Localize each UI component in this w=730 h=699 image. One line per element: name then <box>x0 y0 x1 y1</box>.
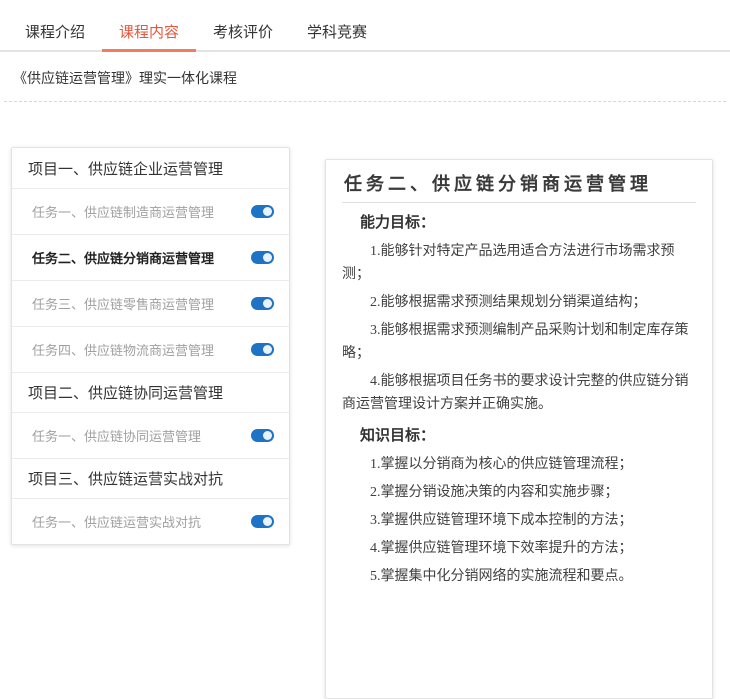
project-header-2: 项目二、供应链协同运营管理 <box>12 372 289 412</box>
ability-goal-item: 3.能够根据需求预测编制产品采购计划和制定库存策略； <box>342 319 696 365</box>
toggle-switch[interactable] <box>251 297 274 310</box>
task-label: 任务一、供应链运营实战对抗 <box>32 512 201 531</box>
task-label: 任务四、供应链物流商运营管理 <box>32 340 214 359</box>
ability-goal-item: 1.能够针对特定产品选用适合方法进行市场需求预测； <box>342 240 696 286</box>
toggle-knob <box>263 345 272 354</box>
task-item-1-3[interactable]: 任务三、供应链零售商运营管理 <box>12 280 289 326</box>
project-header-3: 项目三、供应链运营实战对抗 <box>12 458 289 498</box>
knowledge-goal-item: 3.掌握供应链管理环境下成本控制的方法； <box>342 509 696 532</box>
dashed-divider <box>4 101 726 102</box>
course-breadcrumb: 《供应链运营管理》理实一体化课程 <box>13 68 730 88</box>
toggle-switch[interactable] <box>251 343 274 356</box>
task-item-2-1[interactable]: 任务一、供应链协同运营管理 <box>12 412 289 458</box>
knowledge-goal-item: 5.掌握集中化分销网络的实施流程和要点。 <box>342 565 696 588</box>
task-title: 任务二、供应链分销商运营管理 <box>342 171 696 203</box>
tab-assessment[interactable]: 考核评价 <box>196 25 290 50</box>
knowledge-goals-heading: 知识目标： <box>360 425 696 448</box>
task-label: 任务一、供应链协同运营管理 <box>32 426 201 445</box>
task-label: 任务一、供应链制造商运营管理 <box>32 202 214 221</box>
toggle-switch[interactable] <box>251 251 274 264</box>
toggle-knob <box>263 253 272 262</box>
toggle-knob <box>263 431 272 440</box>
task-item-1-4[interactable]: 任务四、供应链物流商运营管理 <box>12 326 289 372</box>
tab-bar: 课程介绍 课程内容 考核评价 学科竞赛 <box>0 0 730 52</box>
project-header-1: 项目一、供应链企业运营管理 <box>12 148 289 188</box>
task-item-3-1[interactable]: 任务一、供应链运营实战对抗 <box>12 498 289 544</box>
knowledge-goal-item: 2.掌握分销设施决策的内容和实施步骤； <box>342 481 696 504</box>
tab-competition[interactable]: 学科竞赛 <box>290 25 384 50</box>
ability-goal-item: 4.能够根据项目任务书的要求设计完整的供应链分销商运营管理设计方案并正确实施。 <box>342 370 696 416</box>
tab-course-content[interactable]: 课程内容 <box>102 25 196 52</box>
toggle-switch[interactable] <box>251 515 274 528</box>
task-detail-panel: 任务二、供应链分销商运营管理 能力目标： 1.能够针对特定产品选用适合方法进行市… <box>325 159 713 699</box>
toggle-knob <box>263 517 272 526</box>
toggle-switch[interactable] <box>251 205 274 218</box>
task-item-1-2[interactable]: 任务二、供应链分销商运营管理 <box>12 234 289 280</box>
ability-goals-heading: 能力目标： <box>360 212 696 235</box>
toggle-switch[interactable] <box>251 429 274 442</box>
toggle-knob <box>263 207 272 216</box>
task-item-1-1[interactable]: 任务一、供应链制造商运营管理 <box>12 188 289 234</box>
task-label: 任务三、供应链零售商运营管理 <box>32 294 214 313</box>
task-label: 任务二、供应链分销商运营管理 <box>32 248 214 267</box>
knowledge-goal-item: 4.掌握供应链管理环境下效率提升的方法； <box>342 537 696 560</box>
toggle-knob <box>263 299 272 308</box>
knowledge-goal-item: 1.掌握以分销商为核心的供应链管理流程； <box>342 453 696 476</box>
course-outline-panel: 项目一、供应链企业运营管理 任务一、供应链制造商运营管理 任务二、供应链分销商运… <box>11 147 290 545</box>
tab-course-intro[interactable]: 课程介绍 <box>8 25 102 50</box>
ability-goal-item: 2.能够根据需求预测结果规划分销渠道结构； <box>342 291 696 314</box>
